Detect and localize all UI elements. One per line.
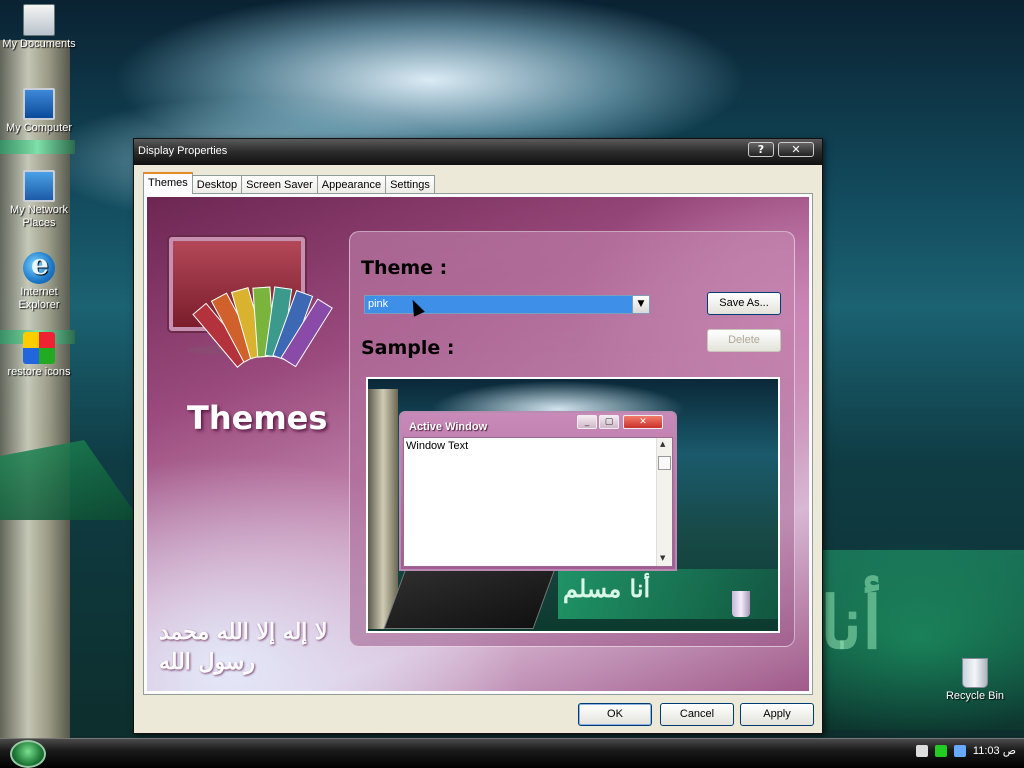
- themes-heading: Themes: [187, 399, 328, 437]
- help-icon: ?: [757, 143, 765, 156]
- desktop-icon-my-computer[interactable]: My Computer: [0, 88, 78, 135]
- help-button[interactable]: ?: [748, 142, 774, 157]
- my-computer-icon: [23, 88, 55, 120]
- sample-scrollbar: ▲ ▼: [656, 438, 672, 566]
- tab-appearance[interactable]: Appearance: [316, 175, 387, 194]
- dialog-button-row: OK Cancel Apply: [134, 703, 822, 729]
- clock[interactable]: 11:03: [973, 745, 1000, 757]
- delete-button[interactable]: Delete: [707, 329, 781, 352]
- network-icon[interactable]: [953, 745, 966, 758]
- desktop-icon-label: restore icons: [7, 366, 71, 378]
- desktop-icon-internet-explorer[interactable]: Internet Explorer: [0, 248, 78, 312]
- theme-skin-background: Themes لا إله إلا الله محمد رسول الله Th…: [147, 197, 809, 691]
- sample-label: Sample :: [361, 337, 455, 359]
- sample-window-body: Window Text ▲ ▼: [403, 437, 673, 567]
- scroll-thumb: [658, 456, 671, 470]
- my-documents-icon: [23, 4, 55, 36]
- save-as-button[interactable]: Save As...: [707, 292, 781, 315]
- ok-button[interactable]: OK: [578, 703, 652, 726]
- minimize-icon: _: [577, 415, 597, 429]
- sample-arabic-text: أنا مسلم: [563, 574, 651, 603]
- sample-minaret: [368, 389, 398, 629]
- desktop-icon-recycle-bin[interactable]: Recycle Bin: [936, 658, 1014, 703]
- taskbar: 11:03 ص: [0, 738, 1024, 768]
- apply-button[interactable]: Apply: [740, 703, 814, 726]
- desktop-icon-label: My Computer: [5, 122, 73, 134]
- tab-themes[interactable]: Themes: [143, 172, 193, 194]
- start-button[interactable]: [10, 740, 46, 768]
- sample-window-title: Active Window: [409, 421, 488, 433]
- scroll-down-icon: ▼: [660, 554, 666, 562]
- sample-window-text: Window Text: [406, 440, 469, 452]
- close-icon: ✕: [623, 415, 663, 429]
- title-bar[interactable]: Display Properties ? ✕: [134, 139, 822, 165]
- theme-select[interactable]: pink ▼: [364, 295, 650, 314]
- tab-settings[interactable]: Settings: [385, 175, 435, 194]
- desktop-icon-my-documents[interactable]: My Documents: [0, 4, 78, 51]
- tab-desktop[interactable]: Desktop: [191, 175, 243, 194]
- sample-recycle-bin-icon: [732, 591, 750, 617]
- chevron-down-icon[interactable]: ▼: [632, 296, 649, 313]
- restore-icons-icon: [23, 332, 55, 364]
- wallpaper-roof: [0, 440, 140, 520]
- display-properties-dialog: Display Properties ? ✕ Themes Desktop Sc…: [133, 138, 823, 734]
- tab-screen-saver[interactable]: Screen Saver: [241, 175, 318, 194]
- desktop-icon-restore-icons[interactable]: restore icons: [0, 332, 78, 379]
- close-button[interactable]: ✕: [778, 142, 814, 157]
- clock-period: ص: [1002, 745, 1016, 757]
- cancel-button[interactable]: Cancel: [660, 703, 734, 726]
- desktop-icon-network-places[interactable]: My Network Places: [0, 170, 78, 230]
- theme-select-value: pink: [368, 298, 389, 310]
- theme-label: Theme :: [361, 257, 448, 279]
- tab-strip: Themes Desktop Screen Saver Appearance S…: [143, 172, 435, 194]
- system-tray: 11:03 ص: [915, 744, 1016, 758]
- minaret-band: [0, 140, 75, 154]
- recycle-bin-icon: [962, 658, 988, 688]
- themes-tab-panel: Themes لا إله إلا الله محمد رسول الله Th…: [143, 193, 813, 695]
- scroll-up-icon: ▲: [660, 440, 666, 448]
- internet-explorer-icon: [23, 248, 55, 284]
- desktop-icon-label: My Network Places: [9, 204, 69, 229]
- arabic-calligraphy: لا إله إلا الله محمد رسول الله: [159, 619, 328, 675]
- desktop-icon-label: Internet Explorer: [18, 286, 60, 311]
- shield-icon[interactable]: [934, 745, 947, 758]
- maximize-icon: ▢: [599, 415, 619, 429]
- desktop-icon-label: My Documents: [2, 38, 76, 50]
- network-places-icon: [23, 170, 55, 202]
- desktop-icon-label: Recycle Bin: [945, 690, 1005, 702]
- sample-active-window: Active Window _ ▢ ✕ Window Text ▲ ▼: [399, 411, 677, 571]
- close-icon: ✕: [791, 143, 801, 156]
- dialog-title: Display Properties: [138, 145, 228, 157]
- wallpaper-arabic: أنا: [820, 580, 882, 665]
- camera-icon[interactable]: [915, 745, 928, 758]
- theme-sample-preview: أنا مسلم Active Window _ ▢ ✕ Window Text…: [366, 377, 780, 633]
